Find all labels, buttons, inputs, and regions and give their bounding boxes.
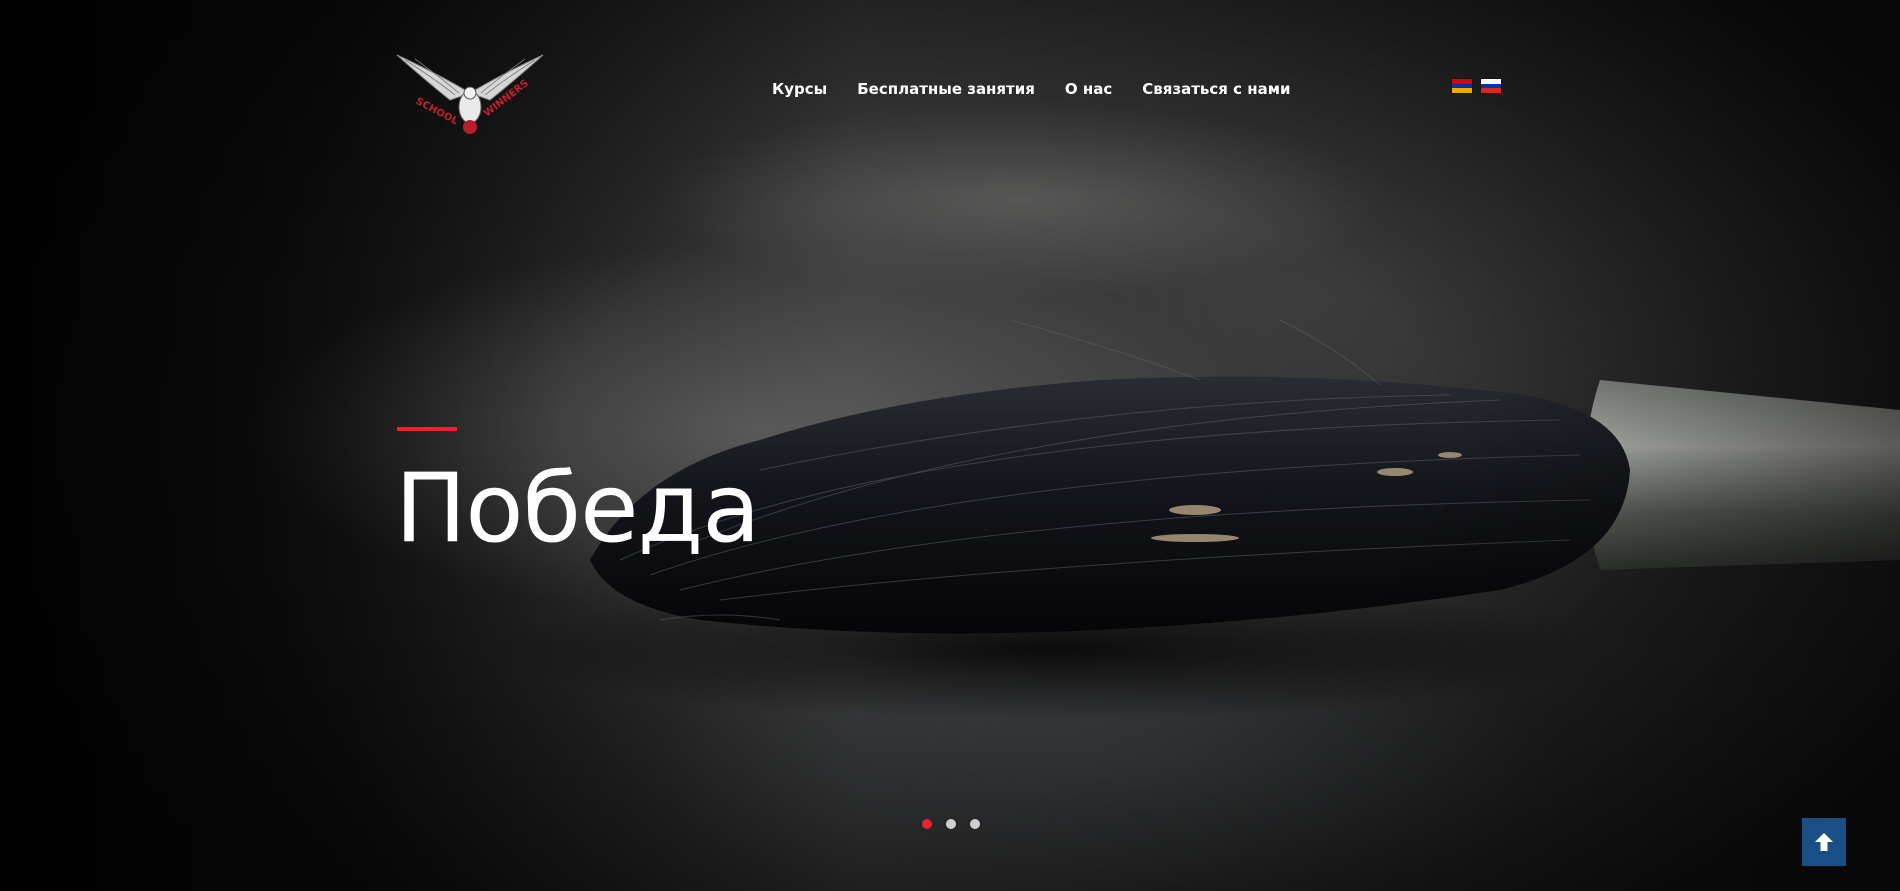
logo-text-school: SCHOOL	[414, 96, 461, 128]
nav-link-contact[interactable]: Связаться с нами	[1142, 80, 1290, 98]
slider-dot-3[interactable]	[970, 819, 980, 829]
slider-pagination	[922, 819, 980, 829]
slider-dot-2[interactable]	[946, 819, 956, 829]
hero-title: Победа	[395, 454, 760, 564]
hero-accent-line	[397, 427, 457, 431]
language-switcher	[1452, 79, 1501, 94]
main-nav: Курсы Бесплатные занятия О нас Связаться…	[772, 80, 1321, 98]
hero-vignette	[0, 0, 1900, 891]
nav-link-free-classes[interactable]: Бесплатные занятия	[857, 80, 1035, 98]
nav-link-courses[interactable]: Курсы	[772, 80, 827, 98]
hero-background	[0, 0, 1900, 891]
arrow-up-icon	[1815, 833, 1833, 851]
flag-armenia-icon[interactable]	[1452, 79, 1472, 94]
flag-russia-icon[interactable]	[1481, 79, 1501, 94]
eagle-logo-icon: SCHOOL WINNERS	[396, 54, 544, 134]
scroll-to-top-button[interactable]	[1802, 818, 1846, 866]
school-winners-logo[interactable]: SCHOOL WINNERS	[395, 45, 545, 140]
nav-link-about[interactable]: О нас	[1065, 80, 1112, 98]
slider-dot-1[interactable]	[922, 819, 932, 829]
